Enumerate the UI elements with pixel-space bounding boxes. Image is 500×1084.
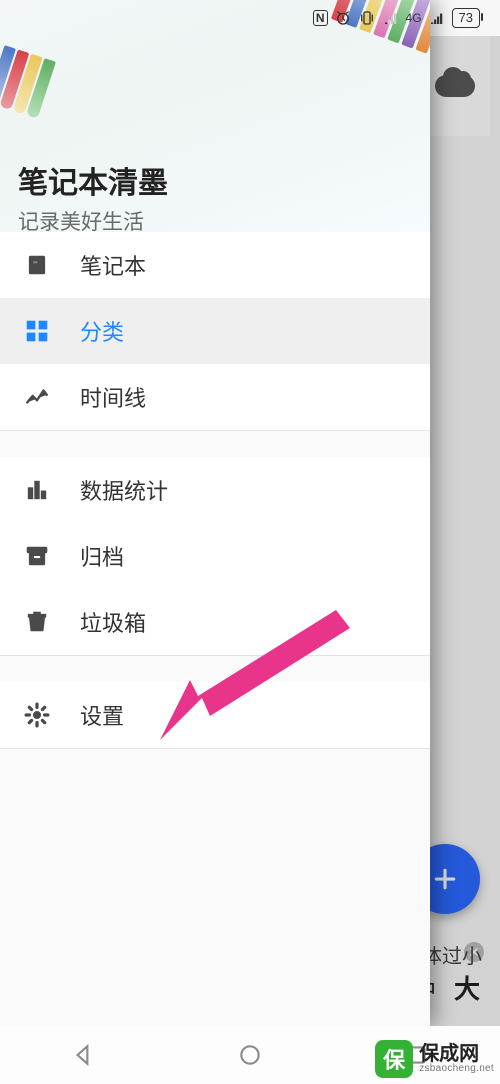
watermark-url: zsbaocheng.net xyxy=(419,1064,494,1074)
pencils-deco-left xyxy=(0,45,56,119)
menu-item-settings[interactable]: 设置 xyxy=(0,682,430,748)
alarm-icon xyxy=(334,9,352,27)
menu-label: 设置 xyxy=(80,699,124,731)
menu-item-category[interactable]: 分类 xyxy=(0,298,430,364)
spacer xyxy=(0,431,430,457)
nfc-icon: N xyxy=(313,10,328,26)
drawer-scrim[interactable] xyxy=(430,36,500,1026)
menu-label: 归档 xyxy=(80,540,124,572)
trash-icon xyxy=(22,609,52,635)
home-button[interactable] xyxy=(237,1042,263,1068)
grid-icon xyxy=(22,318,52,344)
menu-label: 垃圾箱 xyxy=(80,606,146,638)
bar-chart-icon xyxy=(22,477,52,503)
signal-1-icon xyxy=(382,9,400,27)
signal-2-icon xyxy=(428,9,446,27)
spacer xyxy=(0,656,430,682)
watermark: 保 保成网 zsbaocheng.net xyxy=(375,1040,494,1078)
menu-label: 时间线 xyxy=(80,381,146,413)
menu-item-trash[interactable]: 垃圾箱 xyxy=(0,589,430,655)
watermark-name: 保成网 xyxy=(419,1044,494,1064)
status-bar: N 4G 73 xyxy=(0,0,500,36)
back-button[interactable] xyxy=(70,1042,96,1068)
network-type: 4G xyxy=(406,11,422,25)
menu-label: 数据统计 xyxy=(80,474,168,506)
menu-item-notebook[interactable]: 笔记本 xyxy=(0,232,430,298)
menu-label: 分类 xyxy=(80,315,124,347)
menu-item-stats[interactable]: 数据统计 xyxy=(0,457,430,523)
battery-indicator: 73 xyxy=(452,8,480,28)
watermark-badge: 保 xyxy=(375,1040,413,1078)
app-subtitle: 记录美好生活 xyxy=(18,206,412,232)
timeline-icon xyxy=(22,384,52,410)
notebook-icon xyxy=(22,252,52,278)
navigation-drawer: 笔记本清墨 记录美好生活 笔记本 分类 时间线 xyxy=(0,0,430,1026)
vibrate-icon xyxy=(358,9,376,27)
drawer-menu: 笔记本 分类 时间线 数据统计 归档 xyxy=(0,232,430,1026)
menu-item-timeline[interactable]: 时间线 xyxy=(0,364,430,430)
divider xyxy=(0,748,430,749)
gear-icon xyxy=(22,702,52,728)
menu-item-archive[interactable]: 归档 xyxy=(0,523,430,589)
archive-icon xyxy=(22,543,52,569)
app-title: 笔记本清墨 xyxy=(18,158,412,202)
menu-label: 笔记本 xyxy=(80,249,146,281)
